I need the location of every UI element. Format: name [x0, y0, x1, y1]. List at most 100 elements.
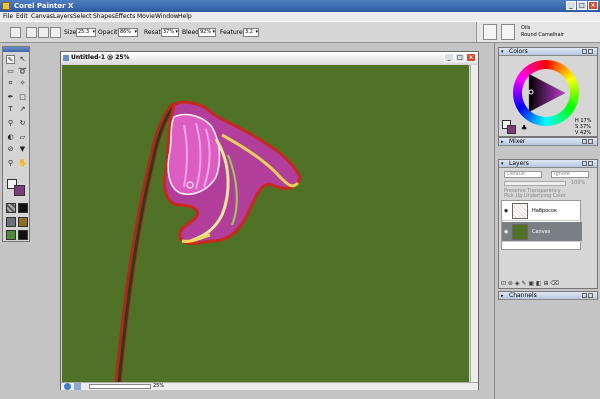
brush-variant-icon[interactable] — [501, 24, 515, 40]
maximize-button[interactable]: □ — [577, 1, 587, 10]
cloner-icon[interactable]: ↻ — [18, 119, 27, 128]
panel-buttons[interactable] — [581, 161, 595, 166]
menu-file[interactable]: File — [3, 12, 13, 21]
dropper-icon[interactable]: ⊘ — [6, 145, 15, 154]
bleed-field[interactable]: 92% — [198, 28, 216, 37]
opacity-field[interactable]: 86% — [118, 28, 138, 37]
brush-tool-icon[interactable] — [10, 27, 21, 38]
text-icon[interactable]: T — [6, 105, 15, 114]
grid-toggle-icon[interactable] — [74, 383, 81, 390]
grabber-icon[interactable]: ✋ — [18, 159, 27, 168]
colors-panel-header[interactable]: ▾ Colors — [499, 48, 597, 56]
weaves-selector-icon[interactable] — [18, 230, 28, 240]
size-field[interactable]: 25.3 — [76, 28, 96, 37]
lasso-icon[interactable]: ➰ — [18, 67, 27, 76]
channels-panel: ▸ Channels — [498, 291, 598, 300]
layers-list: ◉ Набросок ◉ Canvas — [501, 200, 582, 250]
collapse-icon[interactable]: ▾ — [501, 48, 504, 56]
minimize-button[interactable]: _ — [566, 1, 576, 10]
menu-canvas[interactable]: Canvas — [31, 12, 53, 21]
brush-icon[interactable]: ✎ — [6, 55, 15, 64]
paper-selector-icon[interactable] — [6, 203, 16, 213]
layer-commands-bar[interactable]: ⊡ ⊚ ◈ ✎ ▣ ◧ ⊞ ⌫ — [501, 280, 581, 288]
stroke-type-icon[interactable] — [26, 27, 37, 38]
menu-select[interactable]: Select — [73, 12, 92, 21]
menu-shapes[interactable]: Shapes — [93, 12, 115, 21]
eraser-icon[interactable]: ▱ — [18, 133, 27, 142]
color-readout: H 17% S 37% V 42% — [575, 118, 591, 136]
zoom-slider[interactable] — [89, 384, 151, 389]
clone-color-icon[interactable]: ♣ — [521, 124, 527, 132]
menu-help[interactable]: Help — [178, 12, 192, 21]
channels-panel-header[interactable]: ▸ Channels — [499, 292, 597, 300]
menu-movie[interactable]: Movie — [137, 12, 155, 21]
close-button[interactable]: × — [588, 1, 598, 10]
menu-edit[interactable]: Edit — [16, 12, 28, 21]
brush-category-icon[interactable] — [483, 24, 497, 40]
rect-select-icon[interactable]: ▭ — [6, 67, 15, 76]
menu-layers[interactable]: Layers — [53, 12, 73, 21]
menu-effects[interactable]: Effects — [115, 12, 135, 21]
composite-method-select[interactable]: Default — [504, 171, 542, 178]
panel-buttons[interactable] — [581, 49, 595, 54]
straight-line-icon[interactable] — [50, 27, 61, 38]
magic-wand-icon[interactable]: ✧ — [18, 79, 27, 88]
layer-thumbnail — [512, 224, 528, 240]
shape-selection-icon[interactable]: ↗ — [18, 105, 27, 114]
rectangle-shape-icon[interactable]: □ — [18, 93, 27, 102]
layer-name: Canvas — [532, 229, 551, 235]
expand-icon[interactable]: ▸ — [501, 138, 504, 146]
layers-panel-title: Layers — [509, 160, 529, 167]
doc-minimize-button[interactable]: _ — [444, 53, 454, 62]
mixer-panel-header[interactable]: ▸ Mixer — [499, 138, 597, 146]
nozzle-selector-icon[interactable] — [18, 217, 28, 227]
magnifier-icon[interactable]: ⚲ — [6, 159, 15, 168]
collapse-icon[interactable]: ▾ — [501, 160, 504, 168]
brush-selector[interactable]: Oils Round Camelhair — [476, 22, 600, 42]
look-selector-icon[interactable] — [6, 230, 16, 240]
layers-panel-header[interactable]: ▾ Layers — [499, 160, 597, 168]
app-title: Corel Painter X — [14, 2, 74, 10]
visibility-eye-icon[interactable]: ◉ — [504, 229, 508, 235]
layer-opacity-slider[interactable] — [504, 181, 566, 186]
pick-underlying-checkbox[interactable]: Pick Up Underlying Color — [504, 193, 566, 199]
freehand-icon[interactable] — [38, 27, 49, 38]
flower-painting — [114, 100, 302, 382]
paint-bucket-icon[interactable]: ▼ — [18, 145, 27, 154]
doc-close-button[interactable]: × — [466, 53, 476, 62]
layer-thumbnail — [512, 203, 528, 219]
mixer-panel: ▸ Mixer — [498, 137, 598, 146]
pen-icon[interactable]: ✒ — [6, 93, 15, 102]
drawing-canvas[interactable] — [62, 65, 469, 382]
composite-depth-select[interactable]: Ignore — [551, 171, 589, 178]
gradient-selector-icon[interactable] — [18, 203, 28, 213]
expand-icon[interactable]: ▸ — [501, 292, 504, 300]
dodge-icon[interactable]: ◐ — [6, 133, 15, 142]
panel-buttons[interactable] — [581, 139, 595, 144]
additional-color-swatch[interactable] — [14, 185, 25, 196]
menu-window[interactable]: Window — [155, 12, 179, 21]
channels-panel-title: Channels — [509, 292, 537, 299]
layer-adjuster-icon[interactable]: ↖ — [18, 55, 27, 64]
doc-maximize-button[interactable]: □ — [455, 53, 465, 62]
colors-panel-title: Colors — [509, 48, 528, 55]
layer-name: Набросок — [532, 208, 557, 214]
info-icon[interactable] — [64, 383, 71, 390]
brush-category: Oils — [521, 25, 531, 31]
pattern-selector-icon[interactable] — [6, 217, 16, 227]
document-statusbar: 25% — [61, 382, 478, 390]
crop-icon[interactable]: ⌗ — [6, 79, 15, 88]
rubber-stamp-icon[interactable]: ⚲ — [6, 119, 15, 128]
layer-row-selected[interactable]: ◉ Canvas — [502, 222, 582, 242]
hue-ring[interactable] — [513, 60, 579, 126]
resat-field[interactable]: 37% — [161, 28, 179, 37]
feature-field[interactable]: 3.2 — [243, 28, 259, 37]
colors-panel: ▾ Colors ♣ H 17% S 37% V 42% — [498, 47, 598, 137]
panel-buttons[interactable] — [581, 293, 595, 298]
saturation-value-triangle[interactable] — [523, 70, 569, 116]
layer-row[interactable]: ◉ Набросок — [502, 201, 582, 221]
colors-additional-swatch[interactable] — [507, 125, 516, 134]
vertical-scrollbar[interactable] — [470, 65, 478, 382]
visibility-eye-icon[interactable]: ◉ — [504, 208, 508, 214]
document-title: Untitled-1 @ 25% — [71, 54, 130, 61]
